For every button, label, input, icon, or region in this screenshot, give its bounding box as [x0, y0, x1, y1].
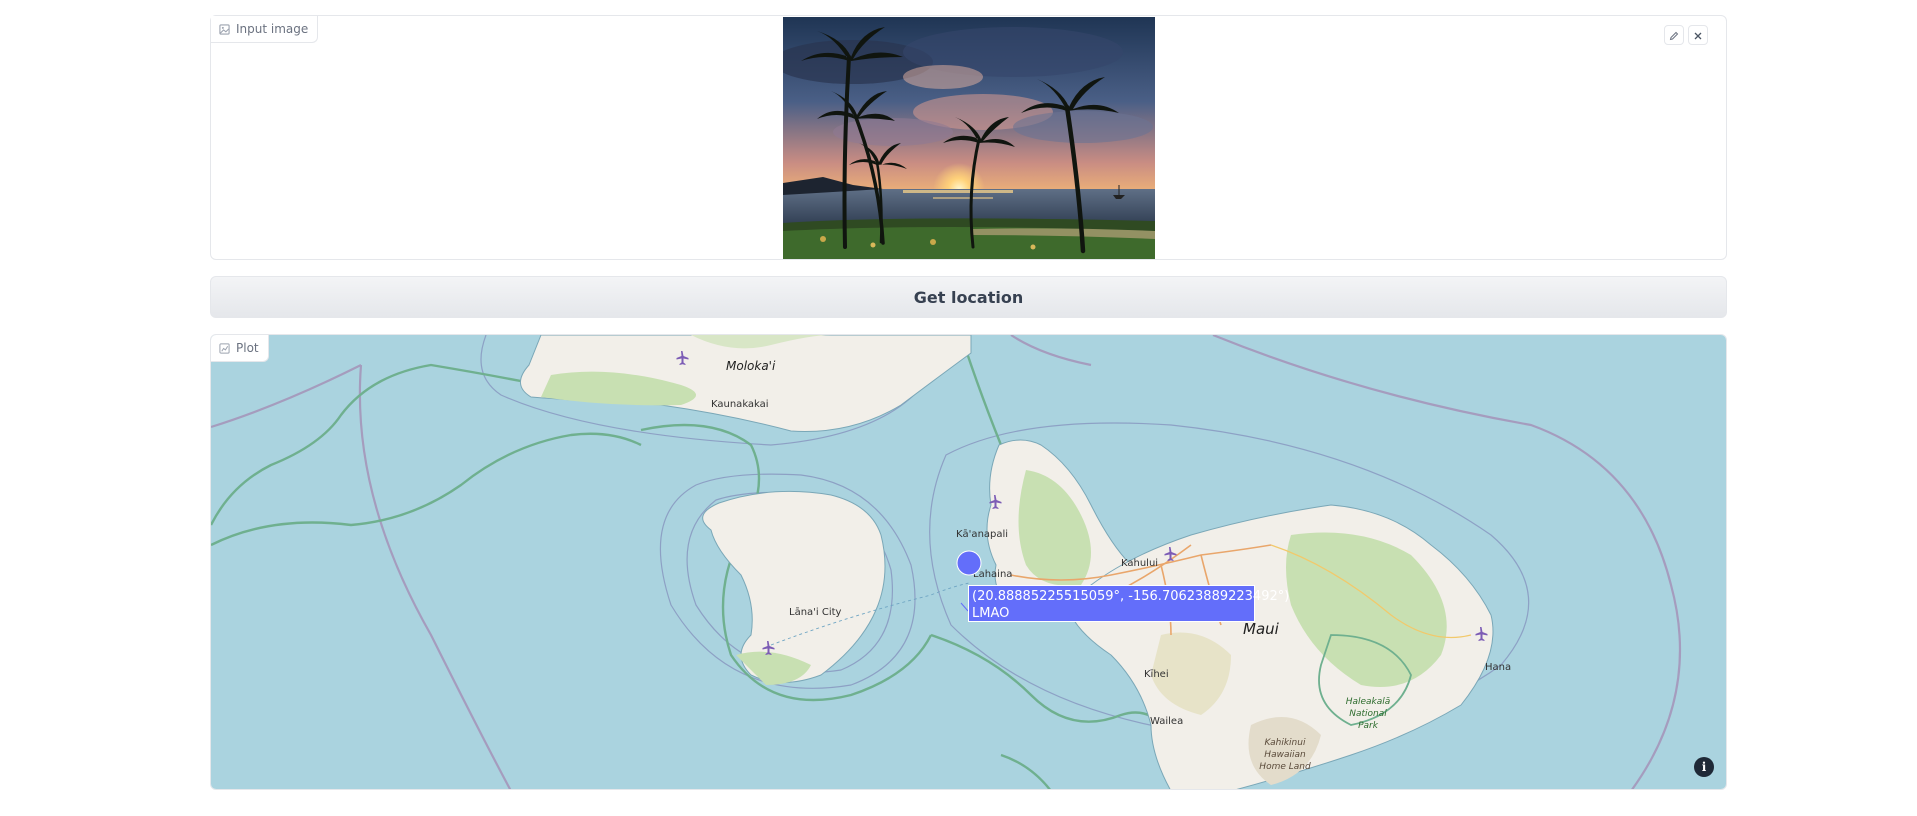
plot-panel[interactable]: Moloka'i Kaunakakai Kā'anapali Lahaina K… — [210, 334, 1727, 790]
input-image-panel[interactable]: Input image — [210, 15, 1727, 260]
place-molokai: Moloka'i — [726, 359, 776, 373]
info-icon[interactable]: i — [1694, 757, 1714, 777]
reserve-label-1: Kahikinui — [1265, 738, 1306, 748]
input-image-label: Input image — [211, 16, 319, 43]
park-label-1: Haleakalā — [1346, 697, 1391, 707]
uploaded-photo — [783, 17, 1155, 259]
close-icon — [1693, 26, 1703, 45]
edit-button[interactable] — [1664, 25, 1684, 45]
pencil-icon — [1669, 26, 1679, 45]
get-location-button[interactable]: Get location — [210, 276, 1727, 318]
reserve-label-3: Home Land — [1259, 762, 1311, 772]
reserve-label-2: Hawaiian — [1264, 750, 1306, 760]
place-hana: Hana — [1485, 662, 1511, 673]
place-kahului: Kahului — [1121, 558, 1158, 569]
input-image-label-text: Input image — [236, 22, 309, 36]
park-label-2: National — [1349, 709, 1387, 719]
tooltip-name: LMAO — [972, 606, 1010, 621]
plot-label: Plot — [211, 335, 269, 362]
place-kihei: Kīhei — [1144, 669, 1169, 680]
plot-label-text: Plot — [236, 341, 259, 355]
marker-tooltip: (20.88885225515059°, -156.70623889223492… — [968, 585, 1290, 622]
park-label-3: Park — [1358, 721, 1379, 731]
location-marker[interactable] — [956, 550, 982, 576]
info-glyph: i — [1701, 760, 1707, 774]
chart-icon — [219, 342, 230, 354]
place-lanai-city: Lāna'i City — [789, 607, 842, 618]
clear-image-button[interactable] — [1688, 25, 1708, 45]
tooltip-coordinates: (20.88885225515059°, -156.70623889223492… — [972, 589, 1290, 604]
place-kaanapali: Kā'anapali — [956, 529, 1008, 540]
place-lahaina: Lahaina — [973, 569, 1012, 580]
place-wailea: Wailea — [1150, 716, 1183, 727]
place-kaunakakai: Kaunakakai — [711, 399, 769, 410]
map-canvas[interactable]: Moloka'i Kaunakakai Kā'anapali Lahaina K… — [211, 335, 1727, 790]
image-icon — [219, 23, 230, 35]
place-maui: Maui — [1243, 620, 1280, 638]
